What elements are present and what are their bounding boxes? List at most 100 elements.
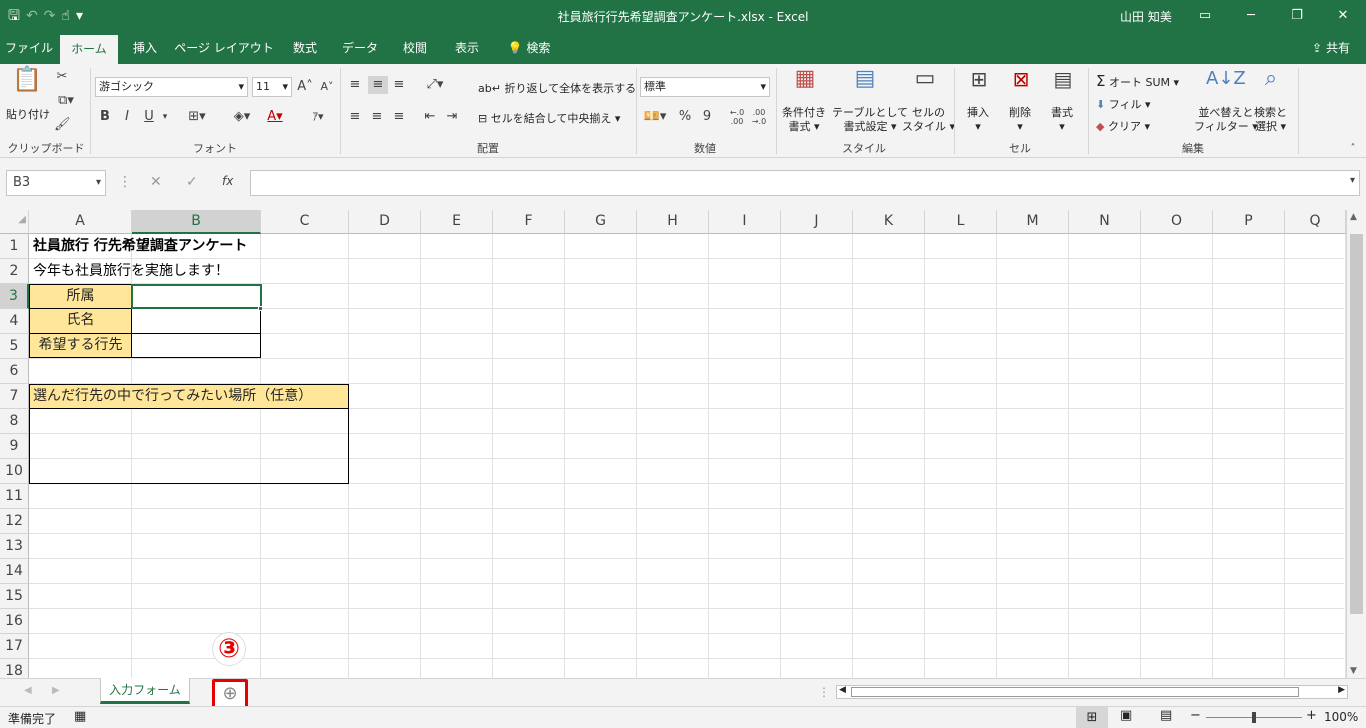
row-header-5[interactable]: 5	[0, 334, 29, 359]
font-name-select[interactable]: 游ゴシック ▾	[95, 77, 248, 97]
orientation-icon[interactable]: ⤢▾	[420, 76, 450, 94]
prev-sheet-icon[interactable]: ◀	[24, 685, 32, 696]
sort-filter-icon[interactable]: A↓Z	[1206, 70, 1246, 88]
row-header-18[interactable]: 18	[0, 659, 29, 678]
column-header-q[interactable]: Q	[1285, 210, 1346, 234]
phonetic-icon[interactable]: ｱ▾	[304, 108, 332, 126]
scroll-up-icon[interactable]: ▲	[1350, 212, 1357, 222]
next-sheet-icon[interactable]: ▶	[52, 685, 60, 696]
column-header-n[interactable]: N	[1069, 210, 1141, 234]
row-header-2[interactable]: 2	[0, 259, 29, 284]
font-size-select[interactable]: 11 ▾	[252, 77, 292, 97]
tab-page-layout[interactable]: ページ レイアウト	[172, 32, 276, 64]
minimize-button[interactable]: ─	[1228, 0, 1274, 32]
row-header-10[interactable]: 10	[0, 459, 29, 484]
cell-a1[interactable]: 社員旅行 行先希望調査アンケート	[33, 234, 247, 258]
increase-decimal-button[interactable]: ←.0 .00	[728, 108, 746, 126]
insert-function-icon[interactable]: fx	[222, 174, 233, 188]
decrease-indent-icon[interactable]: ⇤	[420, 108, 440, 126]
cell-styles-icon[interactable]: ▭	[910, 68, 940, 90]
column-header-o[interactable]: O	[1141, 210, 1213, 234]
increase-indent-icon[interactable]: ⇥	[442, 108, 462, 126]
column-header-h[interactable]: H	[637, 210, 709, 234]
scroll-right-icon[interactable]: ▶	[1338, 685, 1345, 695]
cell-styles-button[interactable]: セルの スタイル ▾	[902, 106, 955, 134]
tab-home[interactable]: ホーム	[60, 35, 118, 64]
comma-style-button[interactable]: 9	[700, 108, 714, 126]
align-top-icon[interactable]: ≡	[346, 76, 364, 94]
find-select-icon[interactable]: ⌕	[1256, 68, 1286, 90]
cell-a3[interactable]: 所属	[29, 284, 132, 309]
format-cells-icon[interactable]: ▤	[1050, 69, 1076, 89]
borders-icon[interactable]: ⊞▾	[182, 108, 212, 126]
scroll-left-icon[interactable]: ◀	[839, 685, 846, 695]
restore-button[interactable]: ❐	[1274, 0, 1320, 32]
row-header-12[interactable]: 12	[0, 509, 29, 534]
column-header-a[interactable]: A	[29, 210, 132, 234]
row-header-3[interactable]: 3	[0, 284, 29, 309]
row-header-6[interactable]: 6	[0, 359, 29, 384]
scroll-down-icon[interactable]: ▼	[1350, 666, 1357, 676]
normal-view-icon[interactable]: ⊞	[1076, 707, 1108, 728]
paste-button[interactable]: 貼り付け	[6, 106, 50, 122]
conditional-formatting-button[interactable]: 条件付き 書式 ▾	[782, 106, 826, 134]
cell-a5[interactable]: 希望する行先	[29, 333, 132, 358]
zoom-out-icon[interactable]: −	[1190, 708, 1201, 723]
find-select-button[interactable]: 検索と 選択 ▾	[1254, 106, 1287, 134]
chevron-down-icon[interactable]: ▾	[160, 108, 170, 126]
row-header-8[interactable]: 8	[0, 409, 29, 434]
horizontal-scrollbar[interactable]: ◀ ▶	[836, 685, 1348, 699]
row-header-1[interactable]: 1	[0, 234, 29, 259]
ribbon-display-options-icon[interactable]: ▭	[1182, 0, 1228, 32]
align-center-icon[interactable]: ≡	[368, 108, 386, 126]
column-header-f[interactable]: F	[493, 210, 565, 234]
column-header-j[interactable]: J	[781, 210, 853, 234]
page-layout-view-icon[interactable]: ▣	[1120, 708, 1132, 723]
cancel-icon[interactable]: ✕	[150, 174, 162, 190]
cut-icon[interactable]: ✂	[54, 68, 70, 86]
zoom-in-icon[interactable]: +	[1306, 708, 1317, 723]
format-cells-button[interactable]: 書式 ▾	[1051, 106, 1073, 134]
column-header-d[interactable]: D	[349, 210, 421, 234]
delete-cells-button[interactable]: 削除 ▾	[1009, 106, 1031, 134]
cell-a4[interactable]: 氏名	[29, 308, 132, 334]
row-header-11[interactable]: 11	[0, 484, 29, 509]
tab-data[interactable]: データ	[334, 32, 386, 64]
tab-search[interactable]: 💡 検索	[498, 32, 560, 64]
align-right-icon[interactable]: ≡	[390, 108, 408, 126]
add-sheet-button[interactable]: ⊕	[212, 679, 248, 709]
column-header-p[interactable]: P	[1213, 210, 1285, 234]
shrink-font-icon[interactable]: A˅	[318, 78, 336, 96]
column-header-e[interactable]: E	[421, 210, 493, 234]
macro-record-icon[interactable]: ▦	[74, 709, 86, 724]
row-header-16[interactable]: 16	[0, 609, 29, 634]
fill-button[interactable]: ⬇ フィル ▾	[1096, 96, 1151, 112]
format-as-table-button[interactable]: テーブルとして 書式設定 ▾	[832, 106, 908, 134]
align-bottom-icon[interactable]: ≡	[390, 76, 408, 94]
currency-icon[interactable]: 💴▾	[640, 108, 670, 126]
merged-cell-a8-a10[interactable]	[29, 408, 349, 484]
worksheet-grid[interactable]: ◢ ABCDEFGHIJKLMNOPQ 1 2 3 4 5 6 7 8 9 10 11 12 13 14 1…	[0, 210, 1366, 678]
zoom-level[interactable]: 100%	[1324, 710, 1358, 724]
number-format-select[interactable]: 標準 ▾	[640, 77, 770, 97]
underline-button[interactable]: U	[142, 108, 156, 126]
share-button[interactable]: ⇪ 共有	[1300, 32, 1362, 64]
bold-button[interactable]: B	[98, 108, 112, 126]
column-header-g[interactable]: G	[565, 210, 637, 234]
row-header-14[interactable]: 14	[0, 559, 29, 584]
fill-handle[interactable]	[258, 306, 263, 311]
user-name[interactable]: 山田 知美	[1120, 8, 1172, 25]
conditional-formatting-icon[interactable]: ▦	[790, 68, 820, 90]
column-header-i[interactable]: I	[709, 210, 781, 234]
split-handle-icon[interactable]: ⋮	[818, 685, 830, 699]
column-header-b[interactable]: B	[132, 210, 261, 234]
cell-b5[interactable]	[131, 333, 261, 358]
row-header-4[interactable]: 4	[0, 309, 29, 334]
delete-cells-icon[interactable]: ⊠	[1008, 69, 1034, 89]
clear-button[interactable]: ◆ クリア ▾	[1096, 118, 1150, 134]
fill-color-icon[interactable]: ◈▾	[226, 108, 258, 126]
tab-view[interactable]: 表示	[444, 32, 490, 64]
cell-a2[interactable]: 今年も社員旅行を実施します！	[33, 259, 229, 283]
font-color-icon[interactable]: A▾	[260, 108, 290, 126]
merge-center-button[interactable]: ⊟ セルを結合して中央揃え ▾	[478, 110, 620, 126]
